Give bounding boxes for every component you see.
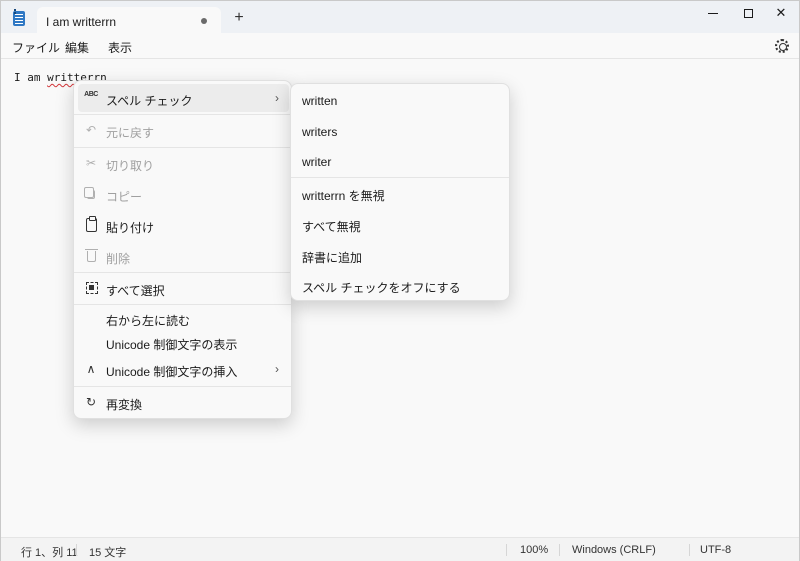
scissors-icon: ✂ [85, 156, 97, 170]
caret-up-icon: ∧ [86, 362, 96, 376]
menu-select-all[interactable]: すべて選択 [78, 274, 289, 302]
menu-insert-unicode[interactable]: ∧ Unicode 制御文字の挿入 › [78, 355, 289, 383]
suggestion-item[interactable]: writer [295, 147, 507, 175]
status-divider [76, 544, 77, 556]
menu-reconvert-label: 再変換 [106, 398, 143, 412]
status-bar: 行 1、列 11 15 文字 100% Windows (CRLF) UTF-8 [1, 537, 799, 561]
suggestion-label: written [302, 94, 338, 108]
context-menu: ABC スペル チェック › ↶ 元に戻す ✂ 切り取り コピー 貼り付け 削除… [73, 80, 292, 419]
menu-ignore-all[interactable]: すべて無視 [295, 210, 507, 238]
menu-view[interactable]: 表示 [108, 39, 132, 56]
suggestion-item[interactable]: written [295, 86, 507, 114]
unsaved-dot-icon[interactable] [201, 18, 207, 24]
zoom-level[interactable]: 100% [520, 544, 548, 556]
menu-turn-off-spellcheck[interactable]: スペル チェックをオフにする [295, 271, 507, 299]
menu-delete-label: 削除 [106, 252, 131, 266]
chevron-right-icon: › [275, 91, 279, 105]
encoding[interactable]: UTF-8 [700, 544, 731, 556]
cursor-position: 行 1、列 11 [21, 547, 78, 559]
menu-edit[interactable]: 編集 [65, 39, 89, 56]
menu-delete[interactable]: 削除 [78, 242, 289, 270]
menu-ignore[interactable]: writterrn を無視 [295, 179, 507, 207]
menu-spell-check[interactable]: ABC スペル チェック › [78, 84, 289, 112]
trash-icon [85, 249, 98, 262]
status-divider [559, 544, 560, 556]
character-count: 15 文字 [89, 547, 127, 559]
notepad-app-icon [13, 9, 25, 26]
menu-cut[interactable]: ✂ 切り取り [78, 149, 289, 177]
minimize-icon [708, 13, 718, 15]
spell-check-icon: ABC [84, 91, 98, 98]
menu-ignore-all-label: すべて無視 [302, 220, 361, 234]
line-ending[interactable]: Windows (CRLF) [572, 544, 656, 556]
settings-gear-icon[interactable] [775, 39, 789, 53]
menu-cut-label: 切り取り [106, 159, 155, 173]
status-divider [689, 544, 690, 556]
menu-show-unicode[interactable]: Unicode 制御文字の表示 [78, 328, 289, 356]
menu-select-all-label: すべて選択 [106, 284, 165, 298]
menu-reconvert[interactable]: ↻ 再変換 [78, 388, 289, 416]
menu-paste-label: 貼り付け [106, 221, 155, 235]
suggestion-item[interactable]: writers [295, 117, 507, 145]
title-bar: I am writterrn + ✕ [1, 1, 799, 34]
menu-ignore-label: writterrn を無視 [302, 189, 385, 203]
reconvert-icon: ↻ [85, 395, 97, 409]
chevron-right-icon: › [275, 362, 279, 376]
menu-copy[interactable]: コピー [78, 180, 289, 208]
menu-show-unicode-label: Unicode 制御文字の表示 [106, 338, 238, 352]
menu-spell-check-label: スペル チェック [106, 94, 193, 108]
menu-file[interactable]: ファイル [12, 39, 60, 56]
menu-divider [74, 114, 291, 115]
status-divider [506, 544, 507, 556]
select-all-icon [86, 282, 98, 294]
menu-bar: ファイル 編集 表示 [1, 34, 799, 58]
menu-divider [291, 177, 509, 178]
menu-divider [74, 147, 291, 148]
minimize-button[interactable] [697, 1, 729, 27]
maximize-icon [743, 9, 753, 19]
menu-undo[interactable]: ↶ 元に戻す [78, 116, 289, 144]
menu-paste[interactable]: 貼り付け [78, 211, 289, 239]
menu-insert-unicode-label: Unicode 制御文字の挿入 [106, 365, 238, 379]
suggestion-label: writer [302, 155, 332, 169]
new-tab-button[interactable]: + [230, 9, 248, 27]
copy-icon [84, 187, 95, 199]
undo-icon: ↶ [85, 123, 97, 137]
document-tab[interactable]: I am writterrn [37, 7, 221, 34]
tab-title: I am writterrn [46, 15, 117, 29]
menu-add-to-dictionary-label: 辞書に追加 [302, 251, 363, 265]
menu-turn-off-spellcheck-label: スペル チェックをオフにする [302, 281, 461, 295]
menu-divider [74, 386, 291, 387]
menu-rtl-label: 右から左に読む [106, 314, 191, 328]
close-button[interactable]: ✕ [765, 1, 797, 27]
menu-copy-label: コピー [106, 190, 143, 204]
spell-check-submenu: written writers writer writterrn を無視 すべて… [290, 83, 510, 301]
menu-divider [74, 272, 291, 273]
clipboard-icon [86, 216, 97, 232]
editor-text-plain: I am [14, 71, 48, 84]
menu-undo-label: 元に戻す [106, 126, 155, 140]
maximize-button[interactable] [732, 1, 764, 27]
menu-add-to-dictionary[interactable]: 辞書に追加 [295, 241, 507, 269]
suggestion-label: writers [302, 125, 338, 139]
